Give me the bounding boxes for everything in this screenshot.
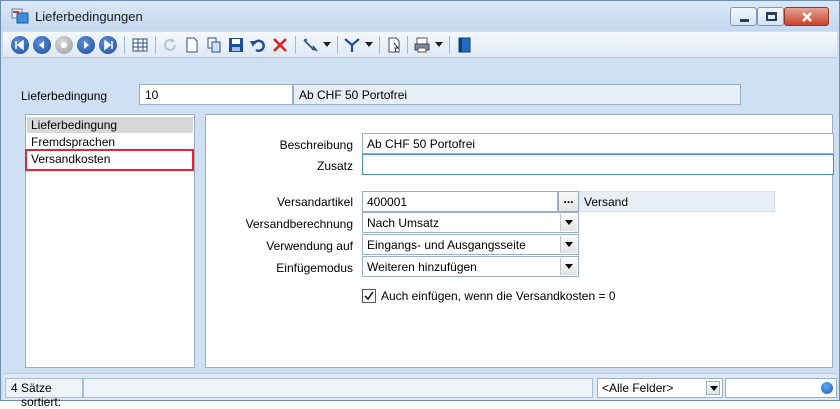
beschreibung-label: Beschreibung [279,138,353,152]
window-title: Lieferbedingungen [35,9,143,24]
versandberechnung-select[interactable]: Nach Umsatz [362,212,579,233]
book-icon[interactable] [455,36,473,54]
new-icon[interactable] [183,36,201,54]
app-icon [11,8,29,24]
sort-status: sortiert: [21,395,62,409]
prev-record-icon[interactable] [33,36,51,54]
field-filter-value: <Alle Felder> [602,381,674,395]
lieferbedingungen-window: Lieferbedingungen Lieferbedingung 10 Ab … [0,0,840,409]
toolbar-separator [337,36,338,54]
toolbar-separator [449,36,450,54]
undo-icon[interactable] [249,36,267,54]
toolbar-separator [155,36,156,54]
versandartikel-field[interactable]: 400001 [362,191,558,212]
chevron-down-icon[interactable] [435,40,443,48]
minimize-button[interactable] [730,7,757,26]
search-icon[interactable] [821,382,833,394]
chevron-down-icon[interactable] [706,381,720,395]
lieferbedingung-code-field[interactable]: 10 [139,84,293,105]
table-view-icon[interactable] [131,36,149,54]
last-record-icon[interactable] [99,36,117,54]
einfuegemodus-value: Weiteren hinzufügen [367,260,477,274]
chevron-down-icon[interactable] [560,214,577,231]
filter-icon[interactable] [343,36,361,54]
refresh-icon [164,38,176,51]
import-icon[interactable] [385,36,403,54]
chevron-down-icon[interactable] [323,40,331,48]
field-filter-select[interactable]: <Alle Felder> [597,378,723,398]
lieferbedingung-description: Ab CHF 50 Portofrei [293,84,741,105]
versandartikel-name: Versand [579,191,775,212]
einfuegemodus-label: Einfügemodus [276,261,353,275]
zusatz-label: Zusatz [316,159,353,173]
einfuegemodus-select[interactable]: Weiteren hinzufügen [362,256,579,277]
nav-item-fremdsprachen[interactable]: Fremdsprachen [27,134,193,150]
first-record-icon[interactable] [11,36,29,54]
maximize-button[interactable] [757,7,784,26]
beschreibung-field[interactable]: Ab CHF 50 Portofrei [362,133,834,154]
versandartikel-lookup-button[interactable]: ... [558,191,579,212]
zusatz-field[interactable] [362,154,834,175]
copy-icon[interactable] [205,36,223,54]
toolbar [3,32,837,58]
toolbar-separator [379,36,380,54]
delete-icon[interactable] [271,36,289,54]
close-button[interactable] [784,7,829,26]
verwendung-label: Verwendung auf [266,239,353,253]
record-count-text: 4 Sätze [11,381,52,395]
versandkosten-null-checkbox[interactable] [362,289,376,303]
verwendung-value: Eingangs- und Ausgangsseite [367,238,526,252]
minimize-icon [740,19,749,22]
toolbar-separator [407,36,408,54]
pen-icon[interactable] [301,36,319,54]
lieferbedingung-label: Lieferbedingung [21,89,108,103]
highlight-box [25,149,194,171]
chevron-down-icon[interactable] [560,258,577,275]
print-icon[interactable] [413,36,431,54]
next-record-icon[interactable] [77,36,95,54]
checkmark-icon [364,291,374,301]
versandkosten-null-checkbox-label[interactable]: Auch einfügen, wenn die Versandkosten = … [381,289,616,303]
chevron-down-icon[interactable] [365,40,373,48]
sort-info [83,378,593,398]
versandberechnung-label: Versandberechnung [245,217,353,231]
toolbar-separator [295,36,296,54]
record-count: 4 Sätze sortiert: [5,378,83,409]
quick-search-input[interactable] [725,378,837,398]
maximize-icon [766,12,777,21]
chevron-down-icon[interactable] [560,236,577,253]
versandartikel-label: Versandartikel [276,195,353,209]
toolbar-separator [124,36,125,54]
current-record-icon [55,36,73,54]
nav-item-lieferbedingung[interactable]: Lieferbedingung [27,117,193,133]
close-icon [802,12,812,22]
title-bar: Lieferbedingungen [1,1,839,31]
versandberechnung-value: Nach Umsatz [367,216,440,230]
verwendung-select[interactable]: Eingangs- und Ausgangsseite [362,234,579,255]
save-icon[interactable] [227,36,245,54]
